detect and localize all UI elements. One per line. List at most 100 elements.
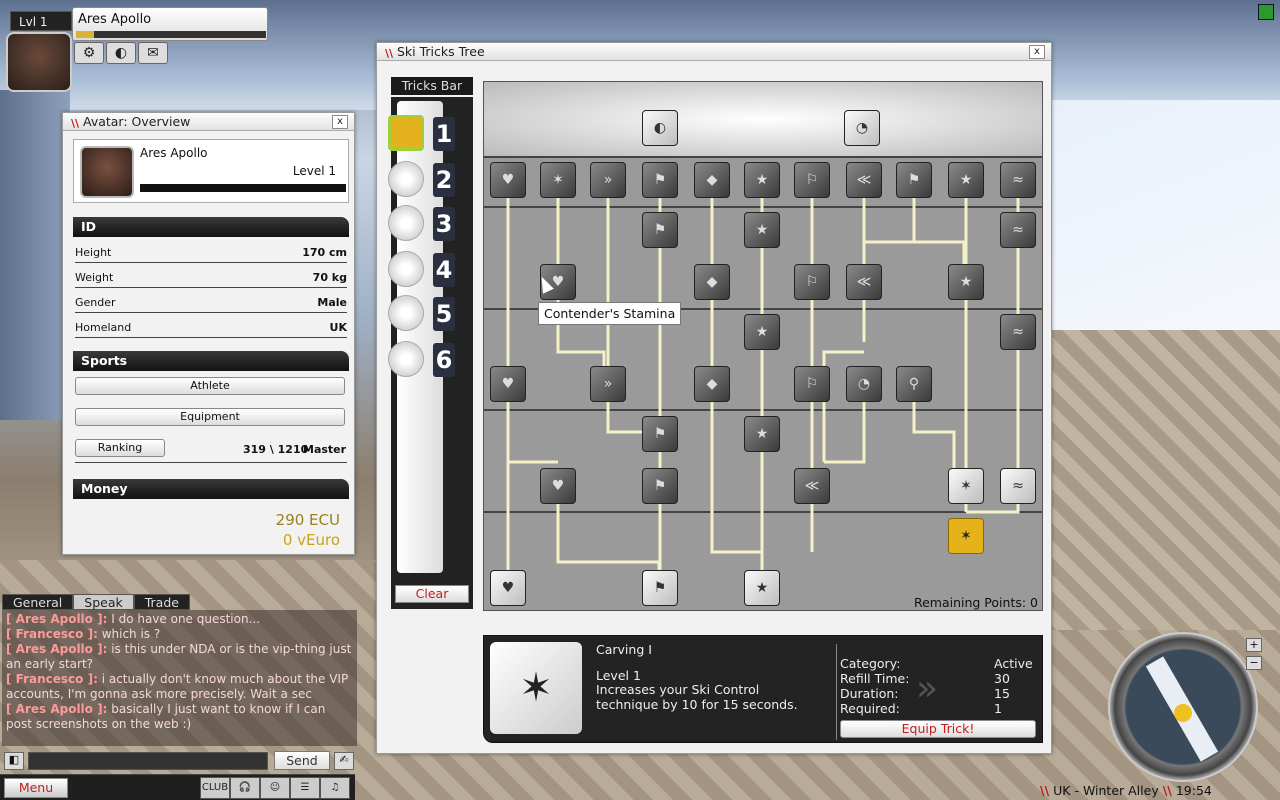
- avatar: [80, 146, 134, 198]
- trick-node[interactable]: »: [590, 162, 626, 198]
- slot-number: 6: [433, 343, 455, 377]
- window-title: Avatar: Overview: [83, 114, 191, 129]
- chat-input[interactable]: [28, 752, 268, 770]
- trick-slot-2[interactable]: [388, 161, 424, 197]
- trick-node[interactable]: ★: [744, 570, 780, 606]
- trick-node[interactable]: ⚑: [642, 570, 678, 606]
- ranking-button[interactable]: Ranking: [75, 439, 165, 457]
- menu-button[interactable]: Menu: [4, 778, 68, 798]
- trick-node[interactable]: ⚑: [642, 416, 678, 452]
- trick-node[interactable]: ≈: [1000, 162, 1036, 198]
- divider: [75, 461, 347, 463]
- zone-mark-icon: \\: [1162, 783, 1172, 798]
- trick-node[interactable]: ★: [744, 314, 780, 350]
- contrast-icon[interactable]: ◐: [106, 42, 136, 64]
- smiley-icon[interactable]: ☺: [260, 777, 290, 799]
- trick-node[interactable]: ★: [948, 264, 984, 300]
- music-icon[interactable]: ♫: [320, 777, 350, 799]
- trick-node[interactable]: ◆: [694, 162, 730, 198]
- close-button[interactable]: x: [332, 115, 348, 129]
- minimap[interactable]: + −: [1108, 632, 1262, 782]
- chat-log[interactable]: [ Ares Apollo ]: I do have one question.…: [2, 610, 357, 746]
- athlete-button[interactable]: Athlete: [75, 377, 345, 395]
- trick-node[interactable]: ✶: [540, 162, 576, 198]
- trick-node[interactable]: ⚑: [896, 162, 932, 198]
- window-title: Ski Tricks Tree: [397, 44, 485, 59]
- trick-slot-4[interactable]: [388, 251, 424, 287]
- trick-node[interactable]: ♥: [540, 468, 576, 504]
- ranking-value: 319 \ 1210: [243, 443, 309, 456]
- trick-node[interactable]: ★: [744, 212, 780, 248]
- trick-node[interactable]: ★: [744, 416, 780, 452]
- trick-node[interactable]: ♥: [490, 366, 526, 402]
- trick-node[interactable]: ♥: [490, 162, 526, 198]
- trick-node[interactable]: ⚲: [896, 366, 932, 402]
- clear-button[interactable]: Clear: [395, 585, 469, 603]
- headphones-icon[interactable]: 🎧: [230, 777, 260, 799]
- trick-node[interactable]: ★: [744, 162, 780, 198]
- emote-icon[interactable]: ✍: [334, 752, 354, 770]
- ranking-rank: Master: [303, 443, 347, 456]
- mail-icon[interactable]: ✉: [138, 42, 168, 64]
- trick-node[interactable]: ◆: [694, 264, 730, 300]
- trick-node[interactable]: ⚑: [642, 468, 678, 504]
- trick-node[interactable]: ≪: [794, 468, 830, 504]
- ski-tricks-tree-window: \\ Ski Tricks Tree x Tricks Bar 1 2 3 4 …: [376, 42, 1052, 754]
- window-titlebar[interactable]: \\ Ski Tricks Tree x: [377, 43, 1051, 61]
- trick-node[interactable]: ◔: [844, 110, 880, 146]
- status-indicator-icon[interactable]: [1258, 4, 1274, 20]
- window-titlebar[interactable]: \\ Avatar: Overview x: [63, 113, 354, 131]
- trick-node-selected[interactable]: ✶: [948, 518, 984, 554]
- trick-slot-6[interactable]: [388, 341, 424, 377]
- slot-number: 1: [433, 117, 455, 151]
- player-portrait[interactable]: [6, 32, 72, 92]
- field-label: Refill Time:: [840, 671, 910, 686]
- trick-node[interactable]: ≈: [1000, 468, 1036, 504]
- zoom-out-button[interactable]: −: [1246, 656, 1262, 670]
- trick-node[interactable]: ⚐: [794, 162, 830, 198]
- remaining-points: Remaining Points: 0: [913, 595, 1038, 610]
- trick-node[interactable]: ⚑: [642, 212, 678, 248]
- field-value: Active: [994, 656, 1033, 671]
- list-icon[interactable]: ☰: [290, 777, 320, 799]
- avatar-overview-window: \\ Avatar: Overview x Ares Apollo Level …: [62, 112, 355, 555]
- tab-trade[interactable]: Trade: [133, 594, 190, 610]
- trick-node[interactable]: ★: [948, 162, 984, 198]
- trick-node[interactable]: ≈: [1000, 212, 1036, 248]
- trick-node[interactable]: ≪: [846, 264, 882, 300]
- divider: [836, 644, 837, 740]
- trick-node[interactable]: ⚑: [642, 162, 678, 198]
- trick-slot-3[interactable]: [388, 205, 424, 241]
- trick-node[interactable]: »: [590, 366, 626, 402]
- stat-row: Weight 70 kg: [75, 268, 347, 288]
- avatar-header: Ares Apollo Level 1: [73, 139, 349, 203]
- equipment-button[interactable]: Equipment: [75, 408, 345, 426]
- tab-speak[interactable]: Speak: [73, 594, 134, 610]
- settings-icon[interactable]: ⚙: [74, 42, 104, 64]
- trick-node[interactable]: ◐: [642, 110, 678, 146]
- trick-slot-5[interactable]: [388, 295, 424, 331]
- zone-mark-icon: \\: [1040, 783, 1050, 798]
- close-button[interactable]: x: [1029, 45, 1045, 59]
- slot-number: 4: [433, 253, 455, 287]
- player-marker-icon: [1174, 704, 1192, 722]
- club-icon[interactable]: CLUB: [200, 777, 230, 799]
- trick-node[interactable]: ⚐: [794, 366, 830, 402]
- trick-node[interactable]: ≪: [846, 162, 882, 198]
- player-name: Ares Apollo: [78, 12, 152, 27]
- trick-slot-1[interactable]: [388, 115, 424, 151]
- zoom-in-button[interactable]: +: [1246, 638, 1262, 652]
- trick-node[interactable]: ⚐: [794, 264, 830, 300]
- trick-node[interactable]: ◔: [846, 366, 882, 402]
- trick-node[interactable]: ◆: [694, 366, 730, 402]
- channel-icon[interactable]: ◧: [4, 752, 24, 770]
- stat-row: Gender Male: [75, 293, 347, 313]
- trick-node[interactable]: ♥: [490, 570, 526, 606]
- trick-node[interactable]: ✶: [948, 468, 984, 504]
- equip-trick-button[interactable]: Equip Trick!: [840, 720, 1036, 738]
- field-value: 30: [994, 671, 1010, 686]
- tab-general[interactable]: General: [2, 594, 74, 610]
- send-button[interactable]: Send: [274, 751, 330, 770]
- trick-image: ✶: [490, 642, 582, 734]
- trick-node[interactable]: ≈: [1000, 314, 1036, 350]
